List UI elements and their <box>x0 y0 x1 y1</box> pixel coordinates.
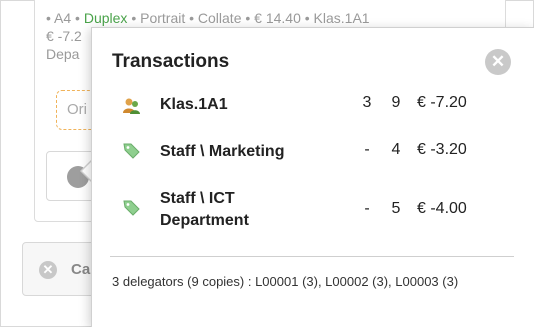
meta-a4: • A4 • <box>46 10 80 26</box>
tag-icon <box>123 143 140 159</box>
transaction-amount: € -3.20 <box>417 141 467 158</box>
meta-department: Depa <box>46 46 80 62</box>
transaction-copies: 9 <box>391 94 401 111</box>
transaction-amount: € -7.20 <box>417 94 467 111</box>
transaction-name: Staff \ Marketing <box>160 143 285 160</box>
document-meta-line: • A4 • Duplex • Portrait • Collate • € 1… <box>46 9 370 27</box>
transactions-popover: Transactions ✕ Klas.1A1 3 9 € -7.20 Staf… <box>91 27 534 327</box>
transaction-copies: 4 <box>391 141 401 158</box>
meta-duplex: Duplex <box>83 10 128 26</box>
transaction-amount: € -4.00 <box>417 200 467 217</box>
transaction-count: - <box>364 200 370 217</box>
popover-title: Transactions <box>112 51 230 72</box>
users-icon <box>123 98 140 114</box>
transaction-name: Klas.1A1 <box>160 96 228 113</box>
meta-cost: € -7.2 <box>46 28 82 44</box>
tag-icon <box>123 200 140 216</box>
divider <box>110 256 514 257</box>
transaction-count: 3 <box>362 94 372 111</box>
cancel-label: Ca <box>71 261 91 278</box>
meta-rest: • Portrait • Collate • € 14.40 • Klas.1A… <box>131 10 370 26</box>
delegators-summary: 3 delegators (9 copies) : L00001 (3), L0… <box>112 274 459 289</box>
cancel-icon: ✕ <box>39 261 57 279</box>
transaction-name: Staff \ ICT Department <box>160 190 249 229</box>
transaction-count: - <box>364 141 370 158</box>
transaction-copies: 5 <box>391 200 401 217</box>
close-icon[interactable]: ✕ <box>485 49 511 75</box>
